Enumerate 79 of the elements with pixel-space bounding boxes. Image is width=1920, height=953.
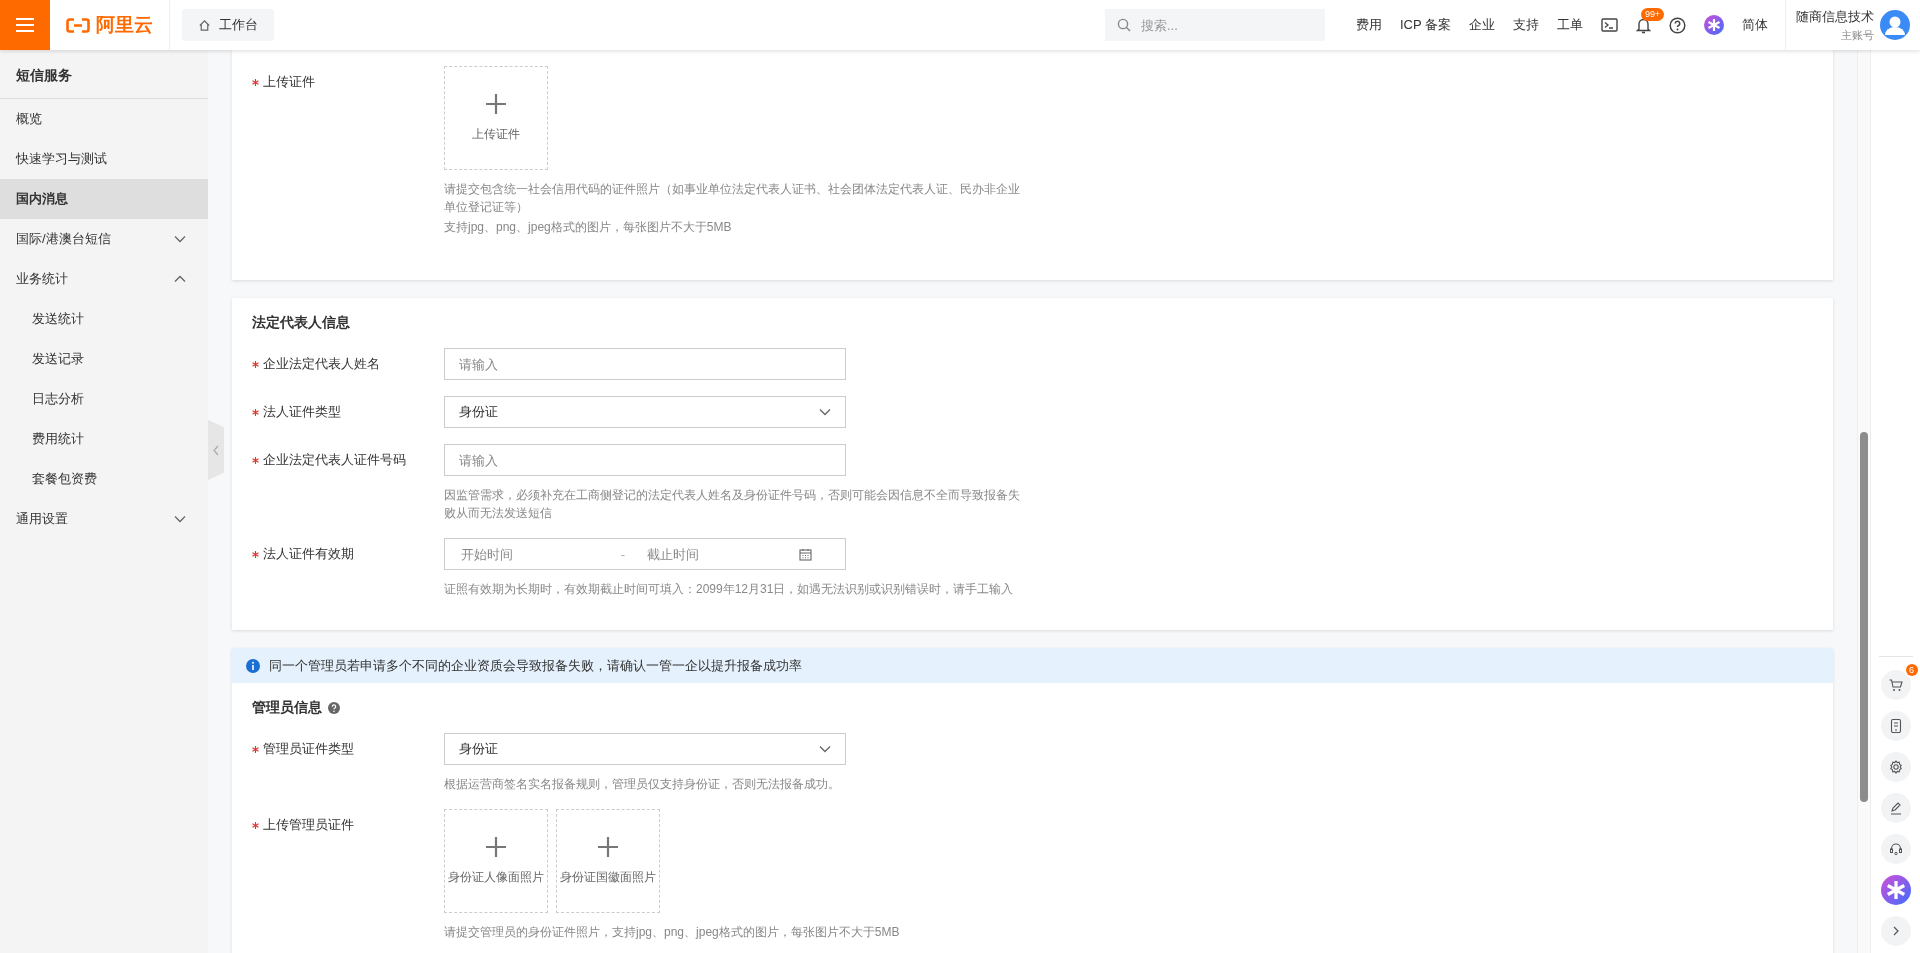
nav-link[interactable]: 工单 xyxy=(1557,16,1583,34)
select-field[interactable]: 身份证 xyxy=(444,396,846,428)
nav-link[interactable]: 费用 xyxy=(1355,16,1382,34)
search-icon xyxy=(1116,18,1131,32)
sidebar-item[interactable]: 套餐包资费 xyxy=(0,459,208,499)
text-field[interactable]: 请输入 xyxy=(444,444,846,476)
sidebar-item[interactable]: 通用设置 xyxy=(0,499,208,539)
collapse-handle[interactable] xyxy=(208,420,224,480)
field-label: 企业法定代表人姓名 xyxy=(263,355,380,373)
workbench-button[interactable]: 工作台 xyxy=(182,9,274,41)
search-field[interactable]: 搜索... xyxy=(1104,9,1325,41)
settings-icon xyxy=(1888,760,1903,774)
calendar-icon xyxy=(799,547,812,561)
account-role: 主账号 xyxy=(1841,27,1874,43)
upload-tile[interactable]: 身份证人像面照片 xyxy=(444,809,548,913)
language-link[interactable]: 简体 xyxy=(1742,16,1768,34)
account-name[interactable]: 随商信息技术 xyxy=(1796,7,1874,26)
sidebar-item[interactable]: 费用统计 xyxy=(0,419,208,459)
banner-text: 同一个管理员若申请多个不同的企业资质会导致报备失败，请确认一管一企以提升报备成功率 xyxy=(269,656,802,675)
select-field[interactable]: 身份证 xyxy=(444,733,846,765)
sidebar-item[interactable]: 发送统计 xyxy=(0,299,208,339)
plus-icon xyxy=(486,836,506,857)
hint-text: 根据运营商签名实名报备规则，管理员仅支持身份证，否则无法报备成功。 xyxy=(444,776,841,793)
menu-button[interactable] xyxy=(0,0,50,50)
field-label: 上传管理员证件 xyxy=(263,816,354,834)
section-title: 法定代表人信息 xyxy=(252,314,350,332)
range-separator: - xyxy=(619,546,627,562)
nav-link[interactable]: ICP 备案 xyxy=(1399,16,1451,34)
upload-tile[interactable]: 身份证国徽面照片 xyxy=(556,809,660,913)
sidebar-item[interactable]: 快速学习与测试 xyxy=(0,139,208,179)
assistant-icon[interactable] xyxy=(1704,15,1724,35)
sidebar-item[interactable]: 发送记录 xyxy=(0,339,208,379)
menu-icon[interactable] xyxy=(15,17,35,33)
pencil-icon xyxy=(1888,801,1903,815)
hint-text: 请提交包含统一社会信用代码的证件照片（如事业单位法定代表人证书、社会团体法定代表人证、民办非企业单位登记证等） xyxy=(444,181,1021,216)
field-label: 上传证件 xyxy=(263,73,315,91)
nav-link[interactable]: 支持 xyxy=(1513,16,1539,34)
settings-button[interactable] xyxy=(1880,752,1911,782)
scrollbar[interactable] xyxy=(1857,50,1870,953)
terminal-icon[interactable] xyxy=(1601,18,1618,32)
text-field[interactable]: 请输入 xyxy=(444,348,846,380)
field-label: 法人证件有效期 xyxy=(263,545,354,563)
upload-tile[interactable]: 上传证件 xyxy=(444,66,548,170)
home-icon xyxy=(198,18,211,32)
hint-text: 支持jpg、png、jpeg格式的图片，每张图片不大于5MB xyxy=(444,219,733,236)
app-button[interactable] xyxy=(1880,711,1911,741)
section-title: 管理员信息 xyxy=(252,699,322,717)
sidebar-title: 短信服务 xyxy=(0,54,208,99)
phone-icon xyxy=(1889,719,1902,733)
sidebar-item[interactable]: 国内消息 xyxy=(0,179,208,219)
sidebar-item[interactable]: 国际/港澳台短信 xyxy=(0,219,208,259)
info-icon xyxy=(246,658,260,673)
chevron-icon xyxy=(819,745,831,753)
hint-text: 因监管需求，必须补充在工商侧登记的法定代表人姓名及身份证件号码，否则可能会因信息不全而导致报备失败从而无法发送短信 xyxy=(444,487,1021,522)
nav-link[interactable]: 企业 xyxy=(1469,16,1495,34)
sidebar-item[interactable]: 业务统计 xyxy=(0,259,208,299)
field-label: 管理员证件类型 xyxy=(263,740,354,758)
help-icon[interactable] xyxy=(328,702,340,714)
cart-icon xyxy=(1888,678,1903,692)
sidebar-item[interactable]: 日志分析 xyxy=(0,379,208,419)
hint-text: 证照有效期为长期时，有效期截止时间可填入：2099年12月31日，如遇无法识别或识别错误时，请手工输入 xyxy=(444,581,1014,598)
sidebar-item[interactable]: 概览 xyxy=(0,99,208,139)
headset-icon xyxy=(1888,842,1903,856)
field-label: 企业法定代表人证件号码 xyxy=(263,451,406,469)
bell-icon[interactable] xyxy=(1636,16,1651,34)
plus-icon xyxy=(598,836,618,857)
cart-badge: 6 xyxy=(1905,664,1918,676)
chevron-icon xyxy=(819,408,831,416)
plus-icon xyxy=(486,93,506,114)
help-icon[interactable] xyxy=(1669,16,1686,34)
edit-button[interactable] xyxy=(1880,793,1911,823)
support-button[interactable] xyxy=(1880,834,1911,864)
hint-text: 请提交管理员的身份证件照片，支持jpg、png、jpeg格式的图片，每张图片不大于5MB xyxy=(444,924,900,941)
chevron-icon xyxy=(1892,926,1899,936)
notification-badge: 99+ xyxy=(1641,7,1665,21)
assistant-icon[interactable] xyxy=(1880,875,1911,905)
cart-button[interactable] xyxy=(1880,670,1911,700)
avatar-icon[interactable] xyxy=(1880,10,1910,40)
field-label: 法人证件类型 xyxy=(263,403,341,421)
